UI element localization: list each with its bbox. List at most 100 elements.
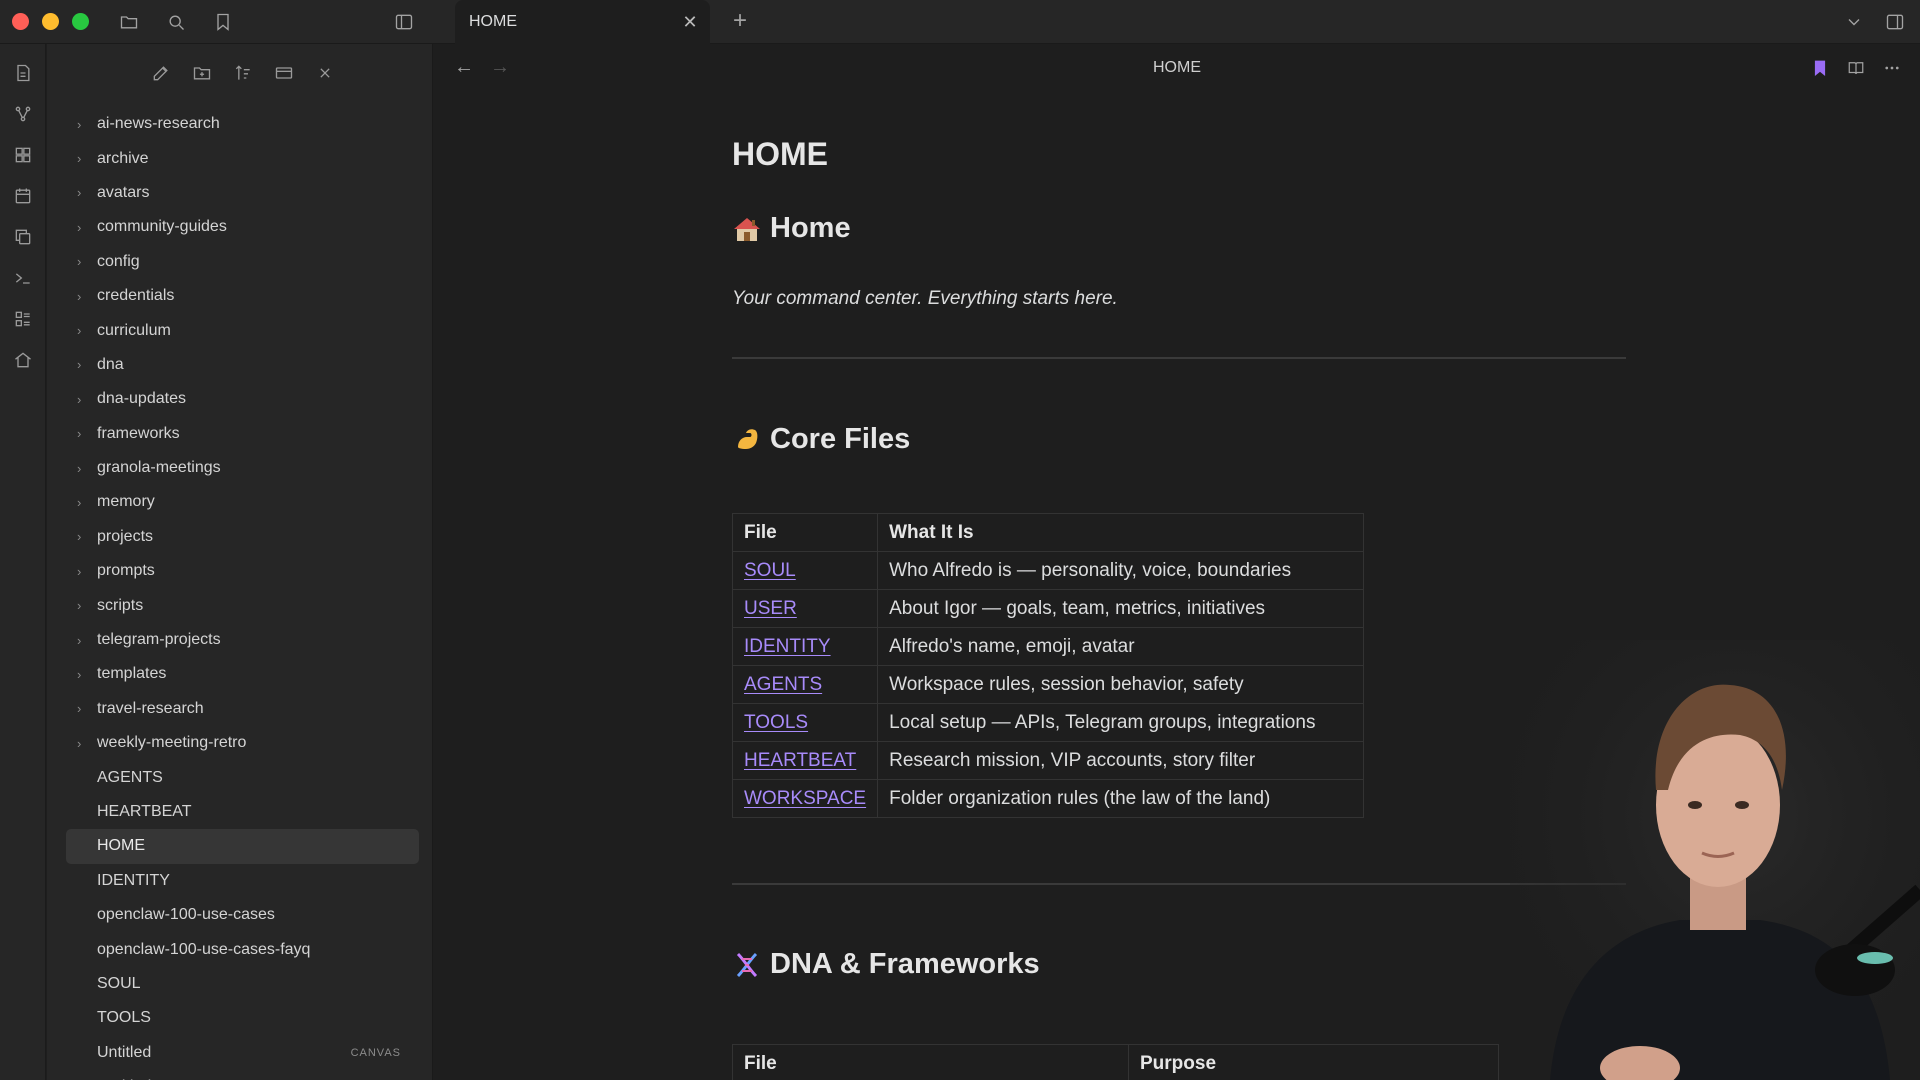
- chevron-right-icon[interactable]: ›: [77, 701, 91, 716]
- webcam-overlay: [1510, 640, 1920, 1080]
- internal-link-user[interactable]: USER: [744, 598, 797, 619]
- chevron-right-icon[interactable]: ›: [77, 117, 91, 132]
- chevron-right-icon[interactable]: ›: [77, 357, 91, 372]
- pinching-hand-icon: [738, 428, 758, 449]
- chevron-right-icon[interactable]: ›: [77, 495, 91, 510]
- more-options-icon[interactable]: [1881, 57, 1903, 79]
- tree-folder-ai-news-research[interactable]: › ai-news-research: [47, 107, 432, 141]
- chevron-right-icon[interactable]: ›: [77, 254, 91, 269]
- note-title[interactable]: HOME: [732, 136, 828, 173]
- folder-label: travel-research: [97, 699, 204, 717]
- copy-icon[interactable]: [10, 224, 36, 250]
- chevron-right-icon[interactable]: ›: [77, 392, 91, 407]
- tree-folder-archive[interactable]: › archive: [47, 141, 432, 175]
- chevron-right-icon[interactable]: ›: [77, 598, 91, 613]
- chevron-right-icon[interactable]: ›: [77, 185, 91, 200]
- tab-label: HOME: [469, 13, 517, 30]
- reading-view-icon[interactable]: [1845, 57, 1867, 79]
- chevron-down-icon[interactable]: [1841, 9, 1867, 35]
- chevron-right-icon[interactable]: ›: [77, 461, 91, 476]
- maximize-window-button[interactable]: [72, 13, 89, 30]
- bookmark-icon[interactable]: [210, 9, 236, 35]
- close-tab-icon[interactable]: ✕: [680, 12, 700, 32]
- bookmark-filled-icon[interactable]: [1809, 57, 1831, 79]
- column-header-file: File: [731, 513, 879, 552]
- tree-folder-prompts[interactable]: › prompts: [47, 554, 432, 588]
- tree-folder-community-guides[interactable]: › community-guides: [47, 210, 432, 244]
- tree-file-openclaw-100-use-cases-fayq[interactable]: openclaw-100-use-cases-fayq: [47, 932, 432, 966]
- chevron-right-icon[interactable]: ›: [77, 220, 91, 235]
- collapse-icon[interactable]: [271, 60, 297, 86]
- view-header-title[interactable]: HOME: [434, 59, 1920, 77]
- search-icon[interactable]: [163, 9, 189, 35]
- internal-link-agents[interactable]: AGENTS: [744, 674, 822, 695]
- sidebar-toggle-icon[interactable]: [391, 9, 417, 35]
- chevron-right-icon[interactable]: ›: [77, 667, 91, 682]
- sort-icon[interactable]: [230, 60, 256, 86]
- graph-icon[interactable]: [10, 101, 36, 127]
- tree-folder-projects[interactable]: › projects: [47, 520, 432, 554]
- internal-link-identity[interactable]: IDENTITY: [744, 636, 831, 657]
- chevron-right-icon[interactable]: ›: [77, 151, 91, 166]
- new-tab-button[interactable]: +: [726, 8, 754, 36]
- tree-folder-templates[interactable]: › templates: [47, 657, 432, 691]
- column-header-purpose: Purpose: [1128, 1044, 1499, 1080]
- list-icon[interactable]: [10, 306, 36, 332]
- tree-folder-weekly-meeting-retro[interactable]: › weekly-meeting-retro: [47, 726, 432, 760]
- new-note-icon[interactable]: [148, 60, 174, 86]
- tree-file-heartbeat[interactable]: HEARTBEAT: [47, 795, 432, 829]
- tree-file-untitled[interactable]: Untitled CANVAS: [47, 1036, 432, 1070]
- file-cell: TOOLS: [731, 703, 879, 742]
- tree-folder-curriculum[interactable]: › curriculum: [47, 313, 432, 347]
- terminal-icon[interactable]: [10, 265, 36, 291]
- internal-link-tools[interactable]: TOOLS: [744, 712, 808, 733]
- tree-folder-credentials[interactable]: › credentials: [47, 279, 432, 313]
- tree-folder-memory[interactable]: › memory: [47, 485, 432, 519]
- chevron-right-icon[interactable]: ›: [77, 529, 91, 544]
- heading-core-files-text: Core Files: [770, 423, 911, 455]
- tree-file-openclaw-100-use-cases[interactable]: openclaw-100-use-cases: [47, 898, 432, 932]
- file-icon[interactable]: [10, 60, 36, 86]
- tree-folder-travel-research[interactable]: › travel-research: [47, 692, 432, 726]
- tree-folder-config[interactable]: › config: [47, 245, 432, 279]
- table-row: AGENTS Workspace rules, session behavior,…: [731, 665, 1365, 704]
- close-all-icon[interactable]: [312, 60, 338, 86]
- tree-folder-dna[interactable]: › dna: [47, 348, 432, 382]
- tree-file-untitled-1[interactable]: Untitled 1CANVAS: [47, 1070, 432, 1080]
- tab-home[interactable]: HOME ✕: [455, 0, 710, 44]
- tree-folder-frameworks[interactable]: › frameworks: [47, 417, 432, 451]
- home-icon[interactable]: [10, 347, 36, 373]
- folder-label: telegram-projects: [97, 631, 221, 649]
- tree-folder-scripts[interactable]: › scripts: [47, 588, 432, 622]
- chevron-right-icon[interactable]: ›: [77, 736, 91, 751]
- tree-file-tools[interactable]: TOOLS: [47, 1001, 432, 1035]
- internal-link-workspace[interactable]: WORKSPACE: [744, 788, 866, 809]
- folder-icon[interactable]: [116, 9, 142, 35]
- tree-folder-granola-meetings[interactable]: › granola-meetings: [47, 451, 432, 485]
- close-window-button[interactable]: [12, 13, 29, 30]
- tree-folder-dna-updates[interactable]: › dna-updates: [47, 382, 432, 416]
- calendar-icon[interactable]: [10, 183, 36, 209]
- tree-folder-telegram-projects[interactable]: › telegram-projects: [47, 623, 432, 657]
- grid-icon[interactable]: [10, 142, 36, 168]
- description-cell: Local setup — APIs, Telegram groups, int…: [877, 703, 1365, 742]
- tree-folder-avatars[interactable]: › avatars: [47, 176, 432, 210]
- file-explorer: › ai-news-research › archive › avatars › commun…: [47, 44, 433, 1080]
- heading-dna-text: DNA & Frameworks: [770, 948, 1040, 980]
- chevron-right-icon[interactable]: ›: [77, 289, 91, 304]
- right-sidebar-toggle-icon[interactable]: [1882, 9, 1908, 35]
- chevron-right-icon[interactable]: ›: [77, 323, 91, 338]
- new-folder-icon[interactable]: [189, 60, 215, 86]
- tree-file-agents[interactable]: AGENTS: [47, 760, 432, 794]
- chevron-right-icon[interactable]: ›: [77, 426, 91, 441]
- internal-link-heartbeat[interactable]: HEARTBEAT: [744, 750, 856, 771]
- tree-file-soul[interactable]: SOUL: [47, 967, 432, 1001]
- chevron-right-icon[interactable]: ›: [77, 633, 91, 648]
- tree-file-identity[interactable]: IDENTITY: [47, 864, 432, 898]
- folder-label: scripts: [97, 596, 144, 614]
- minimize-window-button[interactable]: [42, 13, 59, 30]
- chevron-right-icon[interactable]: ›: [77, 564, 91, 579]
- internal-link-soul[interactable]: SOUL: [744, 560, 796, 581]
- column-header-what: What It Is: [877, 513, 1365, 552]
- tree-file-home[interactable]: HOME: [66, 829, 419, 864]
